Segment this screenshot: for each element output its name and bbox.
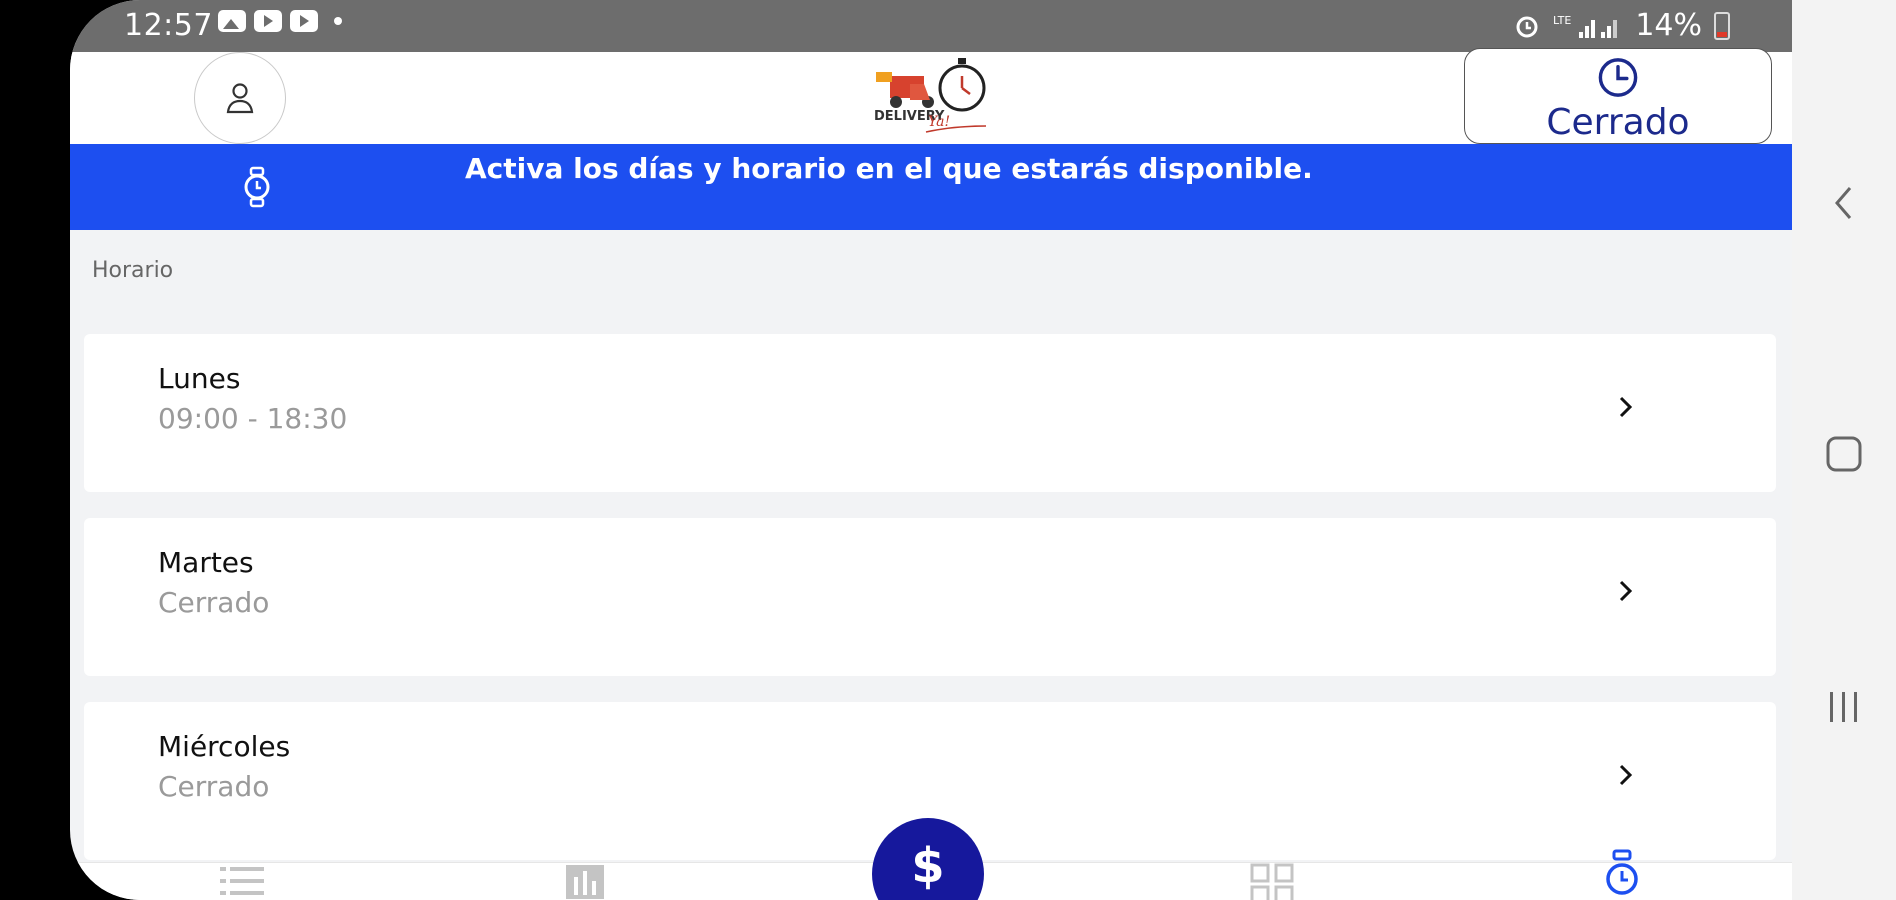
recents-icon[interactable] [1826, 690, 1862, 724]
app-screen: 12:57 LTE 14% DELIVERY Ya! Cerrado Activ… [70, 0, 1792, 900]
day-name: Lunes [158, 362, 241, 395]
watch-icon [244, 166, 270, 208]
system-navigation-bar [1792, 0, 1896, 900]
day-hours: Cerrado [158, 770, 270, 803]
brand-logo: DELIVERY Ya! [874, 58, 987, 133]
battery-percent: 14% [1635, 8, 1702, 43]
youtube-icon-2 [290, 10, 318, 32]
stats-icon[interactable] [564, 863, 606, 899]
day-row-tuesday[interactable]: Martes Cerrado [84, 518, 1776, 676]
day-hours: 09:00 - 18:30 [158, 402, 348, 435]
chevron-right-icon [1619, 396, 1633, 418]
signal-icon: LTE [1553, 14, 1618, 38]
chevron-right-icon [1619, 580, 1633, 602]
alarm-icon [1516, 16, 1538, 37]
youtube-icon [254, 10, 282, 32]
home-icon[interactable] [1826, 436, 1862, 472]
user-icon [226, 83, 254, 114]
status-time: 12:57 [124, 8, 213, 43]
store-status-label: Cerrado [1546, 102, 1690, 143]
profile-button[interactable] [194, 52, 286, 144]
notification-icons [218, 10, 342, 32]
svg-text:Ya!: Ya! [928, 114, 950, 130]
more-notifications-dot [334, 17, 342, 25]
chevron-right-icon [1619, 764, 1633, 786]
svg-text:LTE: LTE [1553, 14, 1571, 27]
list-icon[interactable] [218, 863, 266, 899]
section-title: Horario [92, 258, 174, 283]
banner-message: Activa los días y horario en el que esta… [465, 152, 1313, 185]
gallery-icon [218, 10, 246, 32]
dollar-icon: $ [911, 838, 945, 894]
status-right: LTE 14% [1513, 8, 1730, 43]
header: DELIVERY Ya! Cerrado [70, 48, 1792, 144]
store-status-button[interactable]: Cerrado [1464, 48, 1772, 144]
battery-icon [1714, 11, 1730, 40]
status-bar: 12:57 LTE 14% [70, 0, 1792, 52]
info-banner: Activa los días y horario en el que esta… [70, 144, 1792, 230]
watch-nav-icon[interactable] [1602, 849, 1642, 900]
grid-icon[interactable] [1250, 863, 1296, 900]
day-row-monday[interactable]: Lunes 09:00 - 18:30 [84, 334, 1776, 492]
day-hours: Cerrado [158, 586, 270, 619]
clock-icon [1598, 58, 1638, 97]
day-name: Miércoles [158, 730, 291, 763]
back-icon[interactable] [1832, 184, 1856, 222]
day-name: Martes [158, 546, 254, 579]
